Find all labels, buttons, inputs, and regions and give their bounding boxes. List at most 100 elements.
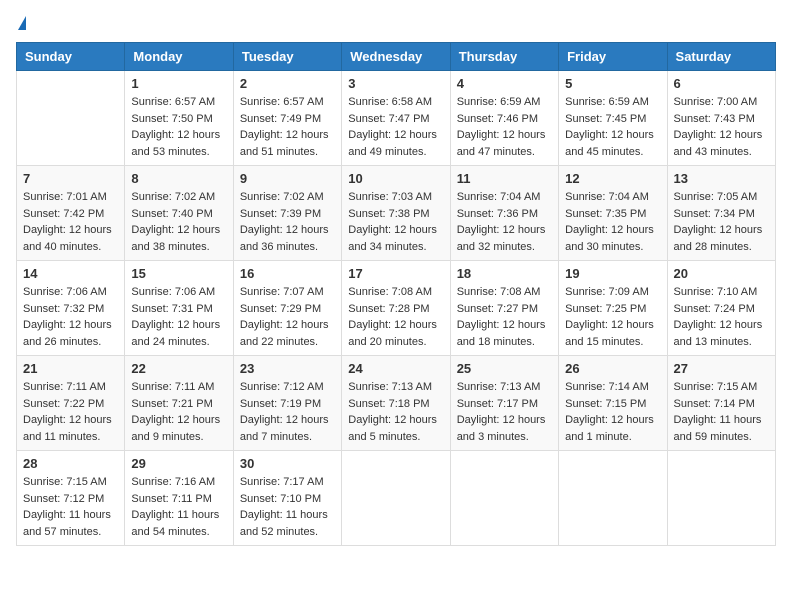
day-number: 3 <box>348 76 443 91</box>
day-number: 21 <box>23 361 118 376</box>
day-info: Sunrise: 7:11 AM Sunset: 7:22 PM Dayligh… <box>23 379 118 445</box>
day-number: 1 <box>131 76 226 91</box>
day-number: 18 <box>457 266 552 281</box>
day-number: 22 <box>131 361 226 376</box>
calendar-day-cell: 16 Sunrise: 7:07 AM Sunset: 7:29 PM Dayli… <box>233 261 341 356</box>
calendar-day-cell: 23 Sunrise: 7:12 AM Sunset: 7:19 PM Dayli… <box>233 356 341 451</box>
day-number: 24 <box>348 361 443 376</box>
day-number: 20 <box>674 266 769 281</box>
day-number: 14 <box>23 266 118 281</box>
calendar-day-cell: 8 Sunrise: 7:02 AM Sunset: 7:40 PM Daylig… <box>125 166 233 261</box>
day-number: 10 <box>348 171 443 186</box>
calendar-day-cell: 4 Sunrise: 6:59 AM Sunset: 7:46 PM Daylig… <box>450 71 558 166</box>
day-number: 23 <box>240 361 335 376</box>
day-info: Sunrise: 6:59 AM Sunset: 7:45 PM Dayligh… <box>565 94 660 160</box>
day-info: Sunrise: 7:10 AM Sunset: 7:24 PM Dayligh… <box>674 284 769 350</box>
calendar-day-cell: 6 Sunrise: 7:00 AM Sunset: 7:43 PM Daylig… <box>667 71 775 166</box>
calendar-day-cell <box>342 451 450 546</box>
calendar-table: SundayMondayTuesdayWednesdayThursdayFrid… <box>16 42 776 546</box>
day-number: 9 <box>240 171 335 186</box>
day-info: Sunrise: 7:04 AM Sunset: 7:35 PM Dayligh… <box>565 189 660 255</box>
calendar-day-cell: 29 Sunrise: 7:16 AM Sunset: 7:11 PM Dayli… <box>125 451 233 546</box>
calendar-day-cell: 24 Sunrise: 7:13 AM Sunset: 7:18 PM Dayli… <box>342 356 450 451</box>
logo <box>16 16 26 30</box>
day-number: 27 <box>674 361 769 376</box>
day-info: Sunrise: 6:59 AM Sunset: 7:46 PM Dayligh… <box>457 94 552 160</box>
calendar-day-cell <box>450 451 558 546</box>
day-of-week-header: Wednesday <box>342 43 450 71</box>
calendar-day-cell <box>559 451 667 546</box>
day-of-week-header: Tuesday <box>233 43 341 71</box>
day-number: 29 <box>131 456 226 471</box>
day-info: Sunrise: 6:57 AM Sunset: 7:49 PM Dayligh… <box>240 94 335 160</box>
day-number: 12 <box>565 171 660 186</box>
day-number: 4 <box>457 76 552 91</box>
day-number: 13 <box>674 171 769 186</box>
calendar-header-row: SundayMondayTuesdayWednesdayThursdayFrid… <box>17 43 776 71</box>
day-info: Sunrise: 7:08 AM Sunset: 7:28 PM Dayligh… <box>348 284 443 350</box>
day-info: Sunrise: 7:08 AM Sunset: 7:27 PM Dayligh… <box>457 284 552 350</box>
calendar-day-cell: 3 Sunrise: 6:58 AM Sunset: 7:47 PM Daylig… <box>342 71 450 166</box>
calendar-day-cell: 17 Sunrise: 7:08 AM Sunset: 7:28 PM Dayli… <box>342 261 450 356</box>
day-info: Sunrise: 7:15 AM Sunset: 7:12 PM Dayligh… <box>23 474 118 540</box>
calendar-day-cell: 9 Sunrise: 7:02 AM Sunset: 7:39 PM Daylig… <box>233 166 341 261</box>
day-info: Sunrise: 6:57 AM Sunset: 7:50 PM Dayligh… <box>131 94 226 160</box>
calendar-week-row: 7Sunrise: 7:01 AM Sunset: 7:42 PM Daylig… <box>17 166 776 261</box>
calendar-day-cell: 25 Sunrise: 7:13 AM Sunset: 7:17 PM Dayli… <box>450 356 558 451</box>
day-info: Sunrise: 7:04 AM Sunset: 7:36 PM Dayligh… <box>457 189 552 255</box>
calendar-day-cell: 7Sunrise: 7:01 AM Sunset: 7:42 PM Daylig… <box>17 166 125 261</box>
day-number: 26 <box>565 361 660 376</box>
day-of-week-header: Monday <box>125 43 233 71</box>
calendar-day-cell: 20 Sunrise: 7:10 AM Sunset: 7:24 PM Dayli… <box>667 261 775 356</box>
calendar-day-cell: 26Sunrise: 7:14 AM Sunset: 7:15 PM Dayli… <box>559 356 667 451</box>
calendar-day-cell: 13 Sunrise: 7:05 AM Sunset: 7:34 PM Dayli… <box>667 166 775 261</box>
day-number: 15 <box>131 266 226 281</box>
logo-triangle-icon <box>18 16 26 30</box>
day-info: Sunrise: 7:06 AM Sunset: 7:31 PM Dayligh… <box>131 284 226 350</box>
day-info: Sunrise: 7:13 AM Sunset: 7:18 PM Dayligh… <box>348 379 443 445</box>
day-number: 16 <box>240 266 335 281</box>
calendar-day-cell: 5 Sunrise: 6:59 AM Sunset: 7:45 PM Daylig… <box>559 71 667 166</box>
day-info: Sunrise: 7:13 AM Sunset: 7:17 PM Dayligh… <box>457 379 552 445</box>
day-number: 6 <box>674 76 769 91</box>
day-info: Sunrise: 7:01 AM Sunset: 7:42 PM Dayligh… <box>23 189 118 255</box>
calendar-day-cell: 12 Sunrise: 7:04 AM Sunset: 7:35 PM Dayli… <box>559 166 667 261</box>
calendar-day-cell: 15 Sunrise: 7:06 AM Sunset: 7:31 PM Dayli… <box>125 261 233 356</box>
day-number: 2 <box>240 76 335 91</box>
calendar-day-cell: 1 Sunrise: 6:57 AM Sunset: 7:50 PM Daylig… <box>125 71 233 166</box>
calendar-day-cell: 19 Sunrise: 7:09 AM Sunset: 7:25 PM Dayli… <box>559 261 667 356</box>
calendar-day-cell: 30Sunrise: 7:17 AM Sunset: 7:10 PM Dayli… <box>233 451 341 546</box>
day-number: 17 <box>348 266 443 281</box>
calendar-day-cell: 21 Sunrise: 7:11 AM Sunset: 7:22 PM Dayli… <box>17 356 125 451</box>
day-info: Sunrise: 7:00 AM Sunset: 7:43 PM Dayligh… <box>674 94 769 160</box>
day-number: 5 <box>565 76 660 91</box>
day-info: Sunrise: 7:05 AM Sunset: 7:34 PM Dayligh… <box>674 189 769 255</box>
day-info: Sunrise: 7:02 AM Sunset: 7:39 PM Dayligh… <box>240 189 335 255</box>
day-info: Sunrise: 7:02 AM Sunset: 7:40 PM Dayligh… <box>131 189 226 255</box>
day-info: Sunrise: 7:12 AM Sunset: 7:19 PM Dayligh… <box>240 379 335 445</box>
day-of-week-header: Thursday <box>450 43 558 71</box>
calendar-week-row: 28 Sunrise: 7:15 AM Sunset: 7:12 PM Dayli… <box>17 451 776 546</box>
day-number: 19 <box>565 266 660 281</box>
day-info: Sunrise: 7:07 AM Sunset: 7:29 PM Dayligh… <box>240 284 335 350</box>
day-info: Sunrise: 7:11 AM Sunset: 7:21 PM Dayligh… <box>131 379 226 445</box>
day-number: 25 <box>457 361 552 376</box>
day-number: 28 <box>23 456 118 471</box>
calendar-day-cell: 18 Sunrise: 7:08 AM Sunset: 7:27 PM Dayli… <box>450 261 558 356</box>
day-number: 8 <box>131 171 226 186</box>
day-number: 11 <box>457 171 552 186</box>
calendar-day-cell: 2 Sunrise: 6:57 AM Sunset: 7:49 PM Daylig… <box>233 71 341 166</box>
day-info: Sunrise: 7:03 AM Sunset: 7:38 PM Dayligh… <box>348 189 443 255</box>
day-info: Sunrise: 7:06 AM Sunset: 7:32 PM Dayligh… <box>23 284 118 350</box>
calendar-week-row: 14 Sunrise: 7:06 AM Sunset: 7:32 PM Dayli… <box>17 261 776 356</box>
day-info: Sunrise: 6:58 AM Sunset: 7:47 PM Dayligh… <box>348 94 443 160</box>
day-info: Sunrise: 7:16 AM Sunset: 7:11 PM Dayligh… <box>131 474 226 540</box>
page-header <box>16 16 776 30</box>
day-of-week-header: Saturday <box>667 43 775 71</box>
calendar-day-cell: 27Sunrise: 7:15 AM Sunset: 7:14 PM Dayli… <box>667 356 775 451</box>
day-of-week-header: Sunday <box>17 43 125 71</box>
calendar-day-cell: 22 Sunrise: 7:11 AM Sunset: 7:21 PM Dayli… <box>125 356 233 451</box>
calendar-day-cell: 14 Sunrise: 7:06 AM Sunset: 7:32 PM Dayli… <box>17 261 125 356</box>
calendar-week-row: 1 Sunrise: 6:57 AM Sunset: 7:50 PM Daylig… <box>17 71 776 166</box>
day-info: Sunrise: 7:09 AM Sunset: 7:25 PM Dayligh… <box>565 284 660 350</box>
